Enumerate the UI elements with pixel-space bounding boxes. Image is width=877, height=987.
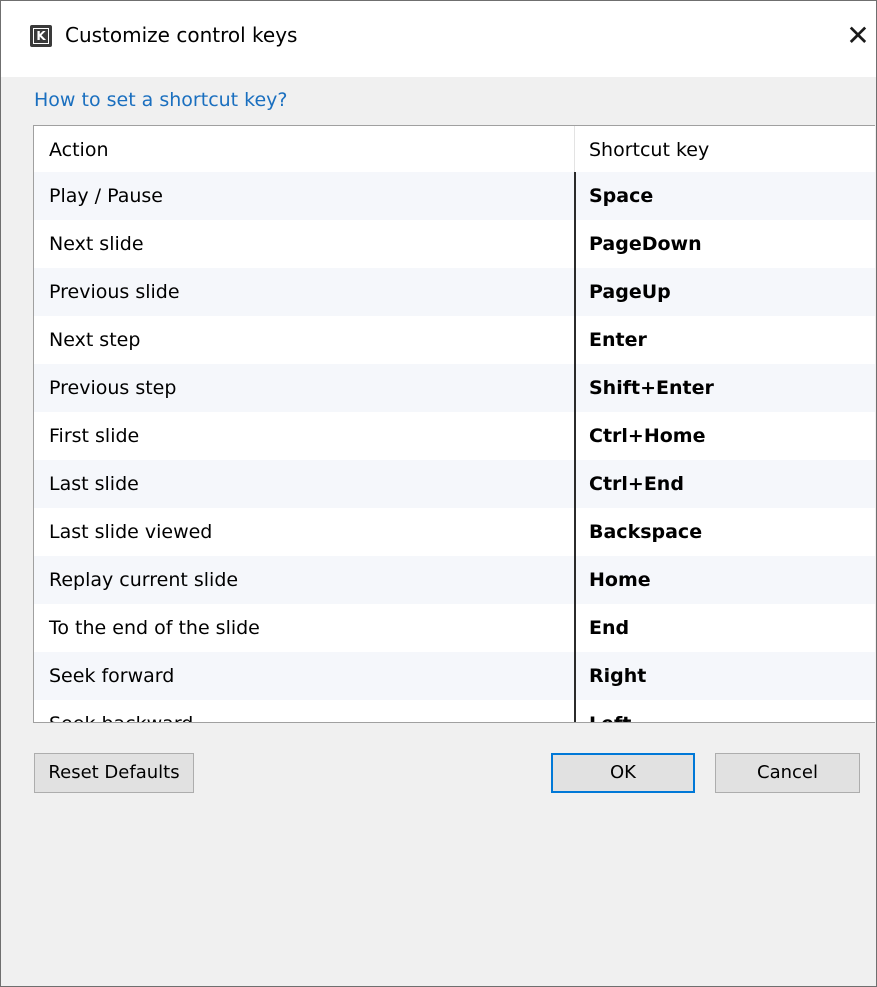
title-bar[interactable]: K Customize control keys ✕: [1, 1, 876, 77]
shortcut-key-cell[interactable]: Shift+Enter: [589, 364, 714, 412]
shortcut-key-cell[interactable]: Ctrl+Home: [589, 412, 705, 460]
shortcut-key-cell[interactable]: PageUp: [589, 268, 671, 316]
action-cell: Seek forward: [49, 665, 175, 687]
table-row[interactable]: Replay current slide Home: [34, 556, 875, 604]
shortcut-key-cell[interactable]: End: [589, 604, 629, 652]
shortcut-key-cell[interactable]: Left: [589, 700, 631, 722]
action-cell: Next slide: [49, 233, 144, 255]
reset-defaults-button[interactable]: Reset Defaults: [34, 753, 194, 793]
shortcut-key-cell[interactable]: Right: [589, 652, 646, 700]
ok-button[interactable]: OK: [551, 753, 695, 793]
table-row[interactable]: Next slide PageDown: [34, 220, 875, 268]
table-row[interactable]: Previous step Shift+Enter: [34, 364, 875, 412]
shortcut-key-cell[interactable]: Space: [589, 172, 653, 220]
shortcut-key-cell[interactable]: Enter: [589, 316, 647, 364]
dialog-title: Customize control keys: [65, 23, 298, 47]
app-logo-letter: K: [33, 28, 49, 44]
shortcut-key-cell[interactable]: Home: [589, 556, 651, 604]
table-row[interactable]: Last slide viewed Backspace: [34, 508, 875, 556]
table-row[interactable]: First slide Ctrl+Home: [34, 412, 875, 460]
table-row[interactable]: Next step Enter: [34, 316, 875, 364]
table-row[interactable]: Last slide Ctrl+End: [34, 460, 875, 508]
action-cell: Previous slide: [49, 281, 180, 303]
close-icon[interactable]: ✕: [843, 19, 873, 53]
column-header-shortcut[interactable]: Shortcut key: [589, 126, 709, 172]
table-row[interactable]: Previous slide PageUp: [34, 268, 875, 316]
cancel-button[interactable]: Cancel: [715, 753, 860, 793]
table-body: Play / Pause Space Next slide PageDown Previ…: [34, 172, 875, 722]
action-cell: To the end of the slide: [49, 617, 260, 639]
shortcut-key-cell[interactable]: Backspace: [589, 508, 702, 556]
column-header-action[interactable]: Action: [49, 126, 109, 172]
table-row[interactable]: Play / Pause Space: [34, 172, 875, 220]
column-divider: [574, 172, 576, 722]
shortcut-table: Action Shortcut key Play / Pause Space Nex…: [33, 125, 875, 723]
header-divider[interactable]: [574, 126, 575, 172]
app-logo-icon: K: [30, 25, 52, 47]
action-cell: First slide: [49, 425, 140, 447]
shortcut-key-cell[interactable]: Ctrl+End: [589, 460, 684, 508]
action-cell: Next step: [49, 329, 141, 351]
action-cell: Last slide: [49, 473, 139, 495]
table-row[interactable]: Seek forward Right: [34, 652, 875, 700]
help-link[interactable]: How to set a shortcut key?: [34, 89, 288, 111]
action-cell: Previous step: [49, 377, 177, 399]
action-cell: Last slide viewed: [49, 521, 213, 543]
table-row[interactable]: Seek backward Left: [34, 700, 875, 722]
action-cell: Play / Pause: [49, 185, 163, 207]
table-header: Action Shortcut key: [34, 126, 875, 173]
action-cell: Replay current slide: [49, 569, 239, 591]
table-row[interactable]: To the end of the slide End: [34, 604, 875, 652]
customize-keys-dialog: K Customize control keys ✕ How to set a …: [0, 0, 877, 987]
action-cell: Seek backward: [49, 700, 193, 722]
shortcut-key-cell[interactable]: PageDown: [589, 220, 702, 268]
